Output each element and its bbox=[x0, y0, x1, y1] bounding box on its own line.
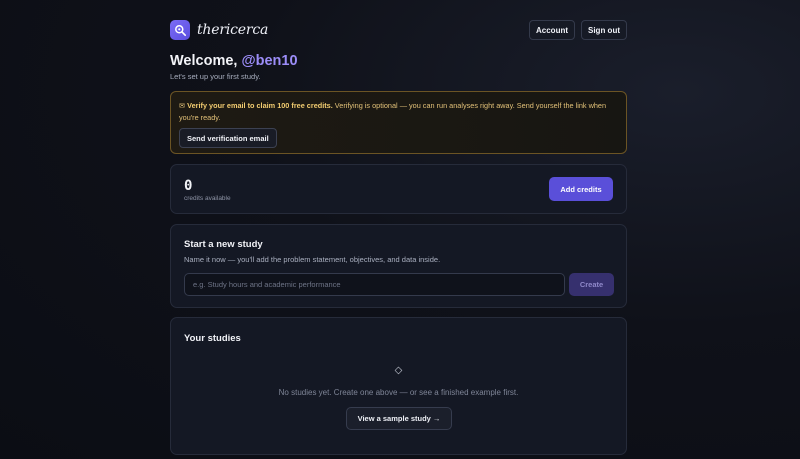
diamond-icon: ◇ bbox=[394, 365, 403, 376]
new-study-title: Start a new study bbox=[184, 239, 263, 250]
verify-message: ✉ Verify your email to claim 100 free cr… bbox=[179, 100, 618, 124]
create-study-button[interactable]: Create bbox=[569, 273, 614, 296]
logo-search-icon[interactable] bbox=[170, 20, 190, 40]
sign-out-button[interactable]: Sign out bbox=[581, 20, 627, 40]
new-study-description: Name it now — you'll add the problem sta… bbox=[184, 255, 441, 264]
welcome-greeting: Welcome, bbox=[170, 53, 238, 69]
your-studies-card: Your studies ◇ No studies yet. Create on… bbox=[170, 317, 627, 455]
top-header: thericerca Account Sign out bbox=[170, 19, 627, 41]
brand-name[interactable]: thericerca bbox=[197, 22, 268, 38]
page-title: Welcome, @ben10 bbox=[170, 53, 298, 69]
credits-value: 0 bbox=[184, 178, 193, 194]
new-study-card: Start a new study Name it now — you'll a… bbox=[170, 224, 627, 308]
credits-card: 0 credits available Add credits bbox=[170, 164, 627, 214]
add-credits-button[interactable]: Add credits bbox=[549, 177, 613, 201]
credits-label: credits available bbox=[184, 195, 231, 202]
your-studies-title: Your studies bbox=[184, 333, 241, 344]
view-sample-study-button[interactable]: View a sample study → bbox=[346, 407, 452, 430]
user-handle: @ben10 bbox=[241, 53, 298, 69]
search-icon bbox=[174, 24, 186, 36]
header-actions: Account Sign out bbox=[529, 20, 627, 40]
account-button[interactable]: Account bbox=[529, 20, 575, 40]
page-subtitle: Let's set up your first study. bbox=[170, 72, 261, 81]
study-name-input[interactable] bbox=[184, 273, 565, 296]
mail-icon: ✉ bbox=[179, 101, 186, 110]
verify-bold-text: Verify your email to claim 100 free cred… bbox=[187, 101, 333, 110]
send-verification-button[interactable]: Send verification email bbox=[179, 128, 277, 148]
empty-state-text: No studies yet. Create one above — or se… bbox=[278, 388, 519, 397]
verify-email-banner: ✉ Verify your email to claim 100 free cr… bbox=[170, 91, 627, 154]
